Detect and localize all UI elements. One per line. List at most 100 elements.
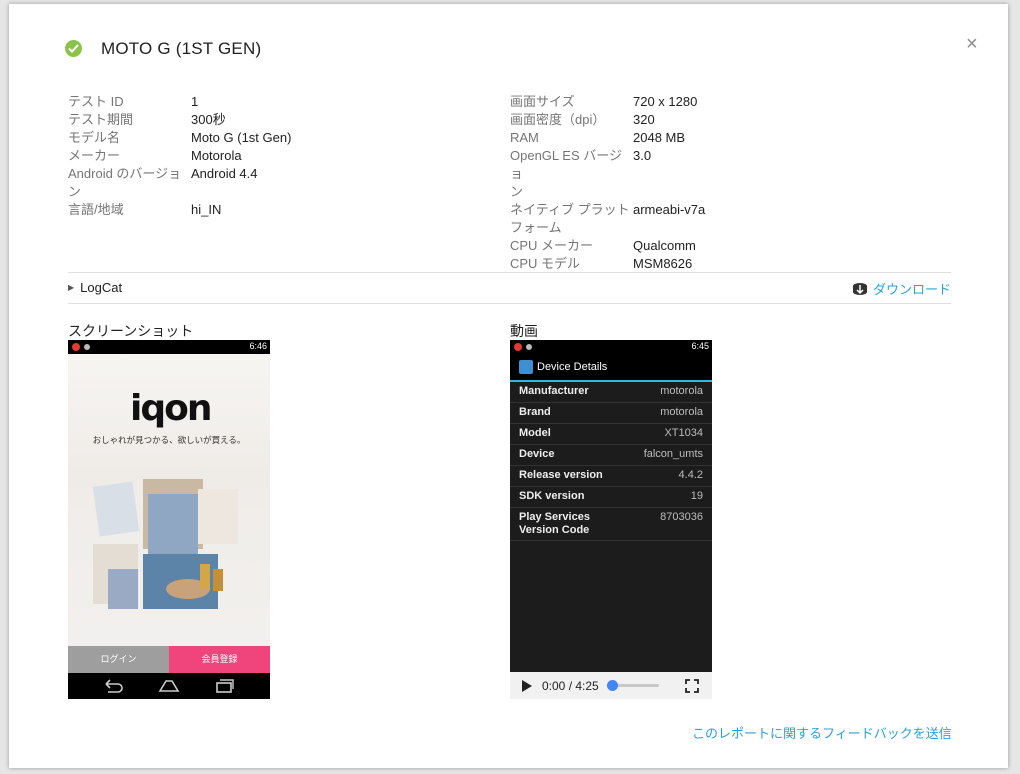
info-label: 言語/地域 xyxy=(68,202,124,217)
info-value: 3.0 xyxy=(633,148,652,163)
android-nav-bar xyxy=(68,673,270,699)
app-background: iqon おしゃれが見つかる、欲しいが買える。 xyxy=(68,354,270,646)
detail-value: falcon_umts xyxy=(643,448,703,460)
logcat-toggle[interactable]: ▶ LogCat xyxy=(68,280,122,295)
info-value: 720 x 1280 xyxy=(633,94,698,109)
info-value: Android 4.4 xyxy=(191,166,258,181)
screenshot-image[interactable]: 6:46 iqon おしゃれが見つかる、欲しいが買える。 ログイン 会員登録 xyxy=(68,340,270,699)
seek-knob[interactable] xyxy=(606,680,618,691)
detail-key: Model xyxy=(519,427,551,439)
device-detail-row: Release version 4.4.2 xyxy=(510,466,712,487)
detail-value: 4.4.2 xyxy=(678,469,703,481)
info-row: CPU モデル MSM8626 xyxy=(510,255,705,273)
app-title: Device Details xyxy=(537,361,608,373)
android-status-bar: 6:46 xyxy=(68,340,270,354)
video-section-label: 動画 xyxy=(510,323,538,339)
info-label: テスト期間 xyxy=(68,112,134,127)
status-time: 6:45 xyxy=(691,341,709,351)
iqon-tagline: おしゃれが見つかる、欲しいが買える。 xyxy=(92,435,246,445)
device-detail-row: SDK version 19 xyxy=(510,487,712,508)
recent-apps-icon[interactable] xyxy=(215,679,235,693)
status-time: 6:46 xyxy=(249,341,267,351)
device-details-app-icon xyxy=(519,360,533,374)
info-value: Motorola xyxy=(191,148,242,163)
info-value: MSM8626 xyxy=(633,256,693,271)
video-time: 0:00 / 4:25 xyxy=(542,678,599,693)
signup-button[interactable]: 会員登録 xyxy=(169,646,270,673)
info-label: ネイティブ プラット フォーム xyxy=(510,202,630,235)
info-value: armeabi-v7a xyxy=(633,202,706,217)
info-label: テスト ID xyxy=(68,94,124,109)
iqon-logo: iqon xyxy=(130,388,212,429)
home-icon[interactable] xyxy=(158,679,180,693)
info-row: 言語/地域 hi_IN xyxy=(68,201,291,219)
info-row: Android のバージョ ン Android 4.4 xyxy=(68,165,291,201)
info-value: Qualcomm xyxy=(633,238,696,253)
detail-key: Manufacturer xyxy=(519,385,589,397)
info-label: CPU モデル xyxy=(510,256,581,271)
device-detail-row: Brand motorola xyxy=(510,403,712,424)
detail-value: 19 xyxy=(690,490,703,502)
video-player[interactable]: 6:45 Device Details Manufacturer motorola… xyxy=(510,340,712,672)
info-row: OpenGL ES バージョ ン 3.0 xyxy=(510,147,705,201)
info-value: 1 xyxy=(191,94,199,109)
detail-key: Brand xyxy=(519,406,551,418)
detail-key: Release version xyxy=(519,469,603,481)
back-icon[interactable] xyxy=(103,679,123,693)
detail-value: motorola xyxy=(660,406,703,418)
info-row: RAM 2048 MB xyxy=(510,129,705,147)
info-row: メーカー Motorola xyxy=(68,147,291,165)
info-row: CPU メーカー Qualcomm xyxy=(510,237,705,255)
info-row: テスト期間 300秒 xyxy=(68,111,291,129)
divider xyxy=(68,303,951,304)
fullscreen-icon[interactable] xyxy=(684,678,699,693)
notification-icon xyxy=(526,344,532,350)
logcat-download-link[interactable]: ダウンロード xyxy=(852,279,951,298)
info-row: 画面サイズ 720 x 1280 xyxy=(510,93,705,111)
info-value: 320 xyxy=(633,112,655,127)
detail-key: SDK version xyxy=(519,490,585,502)
feedback-link[interactable]: このレポートに関するフィードバックを送信 xyxy=(692,723,952,742)
record-icon xyxy=(514,343,522,351)
info-value: hi_IN xyxy=(191,202,222,217)
download-label: ダウンロード xyxy=(873,282,952,297)
device-title: MOTO G (1ST GEN) xyxy=(101,39,262,58)
device-detail-row: Manufacturer motorola xyxy=(510,382,712,403)
notification-icon xyxy=(84,344,90,350)
device-detail-row: Model XT1034 xyxy=(510,424,712,445)
app-action-bar: Device Details xyxy=(510,354,712,382)
info-label: 画面密度（dpi） xyxy=(510,112,606,127)
video-seek-slider[interactable] xyxy=(606,680,659,691)
info-label: モデル名 xyxy=(68,130,121,145)
android-status-bar: 6:45 xyxy=(510,340,712,354)
check-circle-icon xyxy=(65,40,82,57)
record-icon xyxy=(72,343,80,351)
device-info-right: 画面サイズ 720 x 1280 画面密度（dpi） 320 RAM 2048 MB Ope… xyxy=(510,93,705,273)
info-row: テスト ID 1 xyxy=(68,93,291,111)
device-info-left: テスト ID 1 テスト期間 300秒モデル名 Moto G (1st Gen) メーカー… xyxy=(68,93,291,219)
info-row: 画面密度（dpi） 320 xyxy=(510,111,705,129)
info-row: ネイティブ プラット フォーム armeabi-v7a xyxy=(510,201,705,237)
fashion-collage-image xyxy=(92,479,238,609)
device-details-table: Manufacturer motorola Brand motorola Model XT… xyxy=(510,382,712,541)
detail-value: 8703036 xyxy=(660,511,703,523)
detail-key: Play Services Version Code xyxy=(519,511,590,536)
screenshot-section-label: スクリーンショット xyxy=(68,323,194,339)
info-value: 300秒 xyxy=(191,112,226,127)
info-label: メーカー xyxy=(68,148,121,163)
info-value: Moto G (1st Gen) xyxy=(191,130,292,145)
detail-key: Device xyxy=(519,448,555,460)
info-label: RAM xyxy=(510,130,539,145)
expand-triangle-icon: ▶ xyxy=(68,283,75,292)
play-icon[interactable] xyxy=(522,679,532,692)
info-label: 画面サイズ xyxy=(510,94,575,109)
login-button[interactable]: ログイン xyxy=(68,646,169,673)
report-dialog: MOTO G (1ST GEN) × テスト ID 1 テスト期間 300秒モデル名 M… xyxy=(9,4,1008,768)
close-icon[interactable]: × xyxy=(966,34,978,54)
device-detail-row: Device falcon_umts xyxy=(510,445,712,466)
info-label: CPU メーカー xyxy=(510,238,594,253)
video-controls: 0:00 / 4:25 xyxy=(510,672,712,699)
device-detail-row: Play Services Version Code 8703036 xyxy=(510,508,712,541)
detail-value: XT1034 xyxy=(664,427,703,439)
detail-value: motorola xyxy=(660,385,703,397)
